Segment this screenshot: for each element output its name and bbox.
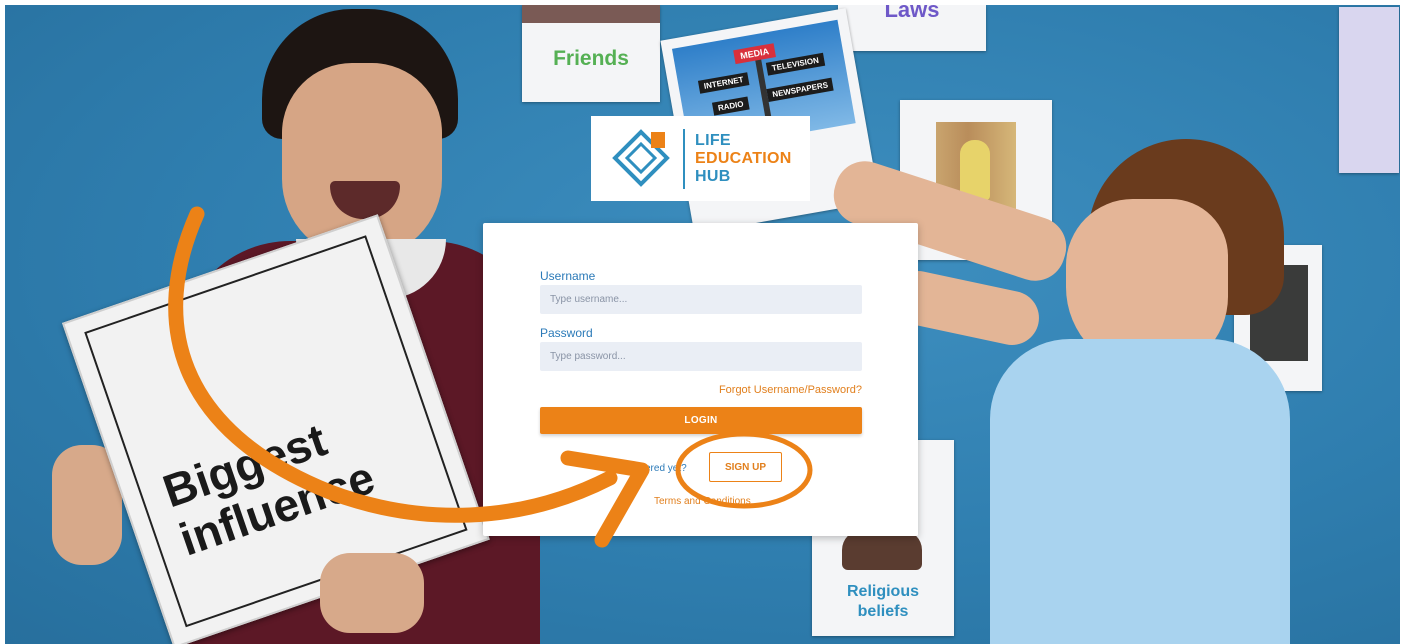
- hand-right: [320, 553, 424, 633]
- life-education-hub-logo: LIFE EDUCATION HUB: [591, 116, 810, 201]
- username-input[interactable]: [540, 285, 862, 314]
- login-page: Friends Laws MEDIA INTERNET TELEVISION R…: [0, 0, 1405, 644]
- shirt: [990, 339, 1290, 644]
- signup-button[interactable]: SIGN UP: [709, 452, 782, 482]
- forgot-password-link[interactable]: Forgot Username/Password?: [719, 384, 862, 396]
- logo-divider: [683, 129, 685, 189]
- logo-mark-icon: [612, 129, 670, 187]
- student-right: [825, 125, 1310, 644]
- login-button[interactable]: LOGIN: [540, 407, 862, 434]
- poster-laws: Laws: [838, 5, 986, 51]
- username-label: Username: [540, 269, 596, 283]
- terms-link[interactable]: Terms and Conditions: [654, 496, 751, 507]
- poster-lavender: [1339, 7, 1399, 173]
- password-input[interactable]: [540, 342, 862, 371]
- registered-prompt: istered yet?: [635, 463, 687, 474]
- password-label: Password: [540, 326, 593, 340]
- login-card: Username Password Forgot Username/Passwo…: [483, 223, 918, 536]
